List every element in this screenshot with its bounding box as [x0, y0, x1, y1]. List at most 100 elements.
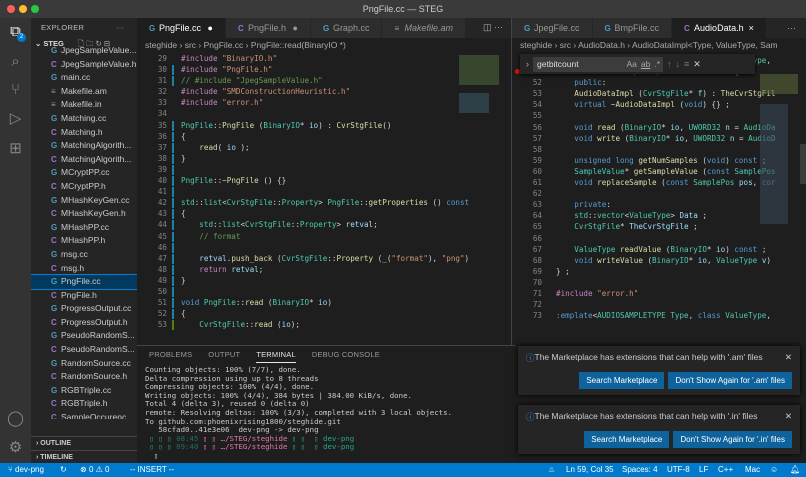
- extensions-icon[interactable]: ⊞: [7, 140, 24, 157]
- problems-indicator[interactable]: ⊗ 0 ⚠ 0: [80, 463, 109, 477]
- toggle-replace-icon[interactable]: ›: [526, 59, 529, 69]
- breadcrumb-item[interactable]: src: [185, 40, 196, 50]
- code-line: 29 #include "BinaryIO.h": [137, 53, 511, 64]
- file-item[interactable]: G RandomSource.cc: [31, 357, 137, 371]
- file-item[interactable]: C MatchingAlgorith...: [31, 153, 137, 167]
- next-match-icon[interactable]: ↓: [676, 59, 681, 69]
- search-marketplace-button[interactable]: Search Marketplace: [584, 431, 670, 448]
- more-actions-button[interactable]: ···: [116, 18, 124, 38]
- file-item[interactable]: C PseudoRandomS...: [31, 343, 137, 357]
- close-window-button[interactable]: [7, 5, 15, 13]
- file-item[interactable]: G MHashKeyGen.cc: [31, 194, 137, 208]
- more-actions-button[interactable]: ···: [777, 18, 806, 38]
- find-in-selection-icon[interactable]: ≡: [684, 59, 689, 69]
- terminal-cursor[interactable]: ▯: [145, 451, 515, 461]
- breadcrumb-item[interactable]: AudioData.h: [578, 40, 625, 50]
- settings-gear-icon[interactable]: ⚙: [7, 439, 24, 456]
- editor-tab[interactable]: G Graph.cc: [310, 18, 383, 38]
- panel-tab-problems[interactable]: PROBLEMS: [149, 346, 192, 362]
- file-item[interactable]: Gmsg.cc: [31, 248, 137, 262]
- unsaved-dot-icon[interactable]: ●: [290, 23, 298, 33]
- close-notification-icon[interactable]: ✕: [785, 352, 792, 364]
- panel-tab-terminal[interactable]: TERMINAL: [256, 346, 296, 363]
- timeline-section[interactable]: › TIMELINE: [31, 450, 137, 463]
- file-item[interactable]: G ProgressOutput.cc: [31, 302, 137, 316]
- breadcrumb-item[interactable]: steghide: [520, 40, 552, 50]
- language-mode[interactable]: C++: [718, 463, 733, 477]
- code-token: *: [661, 122, 671, 132]
- git-change-marker: [172, 176, 174, 187]
- left-code-editor[interactable]: 29 #include "BinaryIO.h" 30 #include "PngFi…: [137, 53, 511, 345]
- indentation[interactable]: Spaces: 4: [622, 463, 658, 477]
- match-case-toggle[interactable]: Aa: [626, 57, 636, 72]
- end-of-line[interactable]: LF: [699, 463, 708, 477]
- file-item[interactable]: Cmsg.h: [31, 262, 137, 276]
- right-minimap[interactable]: [760, 74, 806, 294]
- feedback-icon[interactable]: ☺: [770, 463, 778, 477]
- code-token: UWORD32: [693, 133, 726, 143]
- dont-show-again-button[interactable]: Don't Show Again for '.in' files: [673, 431, 792, 448]
- notifications-bell-icon[interactable]: 🔔︎: [790, 463, 800, 477]
- unsaved-dot-icon[interactable]: ●: [205, 23, 213, 33]
- breadcrumb-item[interactable]: PngFile::read(BinaryIO *): [251, 40, 346, 50]
- previous-match-icon[interactable]: ↑: [667, 59, 672, 69]
- split-editor-icon[interactable]: ◫ ···: [483, 22, 503, 33]
- file-item[interactable]: C MHashKeyGen.h: [31, 207, 137, 221]
- file-item[interactable]: C ProgressOutput.h: [31, 316, 137, 330]
- close-find-icon[interactable]: ✕: [693, 59, 701, 70]
- cursor-position[interactable]: Ln 59, Col 35: [566, 463, 614, 477]
- editor-tab[interactable]: C PngFile.h ●: [225, 18, 311, 38]
- file-item[interactable]: C MCryptPP.h: [31, 180, 137, 194]
- close-notification-icon[interactable]: ✕: [785, 411, 792, 423]
- editor-tab[interactable]: C AudioData.h ×: [672, 18, 767, 38]
- file-item[interactable]: ≡ Makefile.in: [31, 98, 137, 112]
- account-icon[interactable]: ◯: [7, 410, 24, 427]
- run-debug-icon[interactable]: ▷: [7, 110, 24, 127]
- maximize-window-button[interactable]: [31, 5, 39, 13]
- file-item[interactable]: C RGBTriple.h: [31, 397, 137, 411]
- panel-tab-output[interactable]: OUTPUT: [208, 346, 240, 362]
- outline-section[interactable]: › OUTLINE: [31, 436, 137, 449]
- encoding[interactable]: UTF-8: [667, 463, 690, 477]
- branch-indicator[interactable]: ⑂ dev-png: [8, 463, 44, 477]
- file-item[interactable]: G Matching.cc: [31, 112, 137, 126]
- file-item[interactable]: G PseudoRandomS...: [31, 329, 137, 343]
- file-item[interactable]: G MHashPP.cc: [31, 221, 137, 235]
- file-item[interactable]: G MCryptPP.cc: [31, 166, 137, 180]
- editor-tab[interactable]: ≡ Makefile.am: [382, 18, 466, 38]
- file-item[interactable]: C MHashPP.h: [31, 234, 137, 248]
- whole-word-toggle[interactable]: ab: [641, 57, 650, 72]
- file-item[interactable]: G RGBTriple.cc: [31, 384, 137, 398]
- sync-icon[interactable]: ↻: [60, 463, 67, 477]
- search-marketplace-button[interactable]: Search Marketplace: [579, 372, 665, 389]
- breadcrumb-item[interactable]: PngFile.cc: [204, 40, 244, 50]
- terminal-output[interactable]: Counting objects: 100% (7/7), done. Delta…: [137, 365, 515, 461]
- regex-toggle[interactable]: .*: [654, 57, 660, 72]
- minimize-window-button[interactable]: [19, 5, 27, 13]
- editor-tab[interactable]: G PngFile.cc ●: [137, 18, 226, 38]
- live-share-icon[interactable]: ♨: [548, 463, 555, 477]
- explorer-icon[interactable]: ⧉ 2: [7, 23, 26, 42]
- file-item[interactable]: C JpegSampleValue.h: [31, 58, 137, 72]
- file-item[interactable]: ≡ Makefile.am: [31, 85, 137, 99]
- breadcrumb-item[interactable]: steghide: [145, 40, 177, 50]
- panel-tab-debug-console[interactable]: DEBUG CONSOLE: [312, 346, 380, 362]
- file-item[interactable]: C Matching.h: [31, 126, 137, 140]
- editor-tab[interactable]: G JpegFile.cc: [512, 18, 593, 38]
- search-icon[interactable]: ⌕: [7, 53, 24, 70]
- file-item[interactable]: C RandomSource.h: [31, 370, 137, 384]
- file-item[interactable]: C PngFile.h: [31, 289, 137, 303]
- close-tab-icon[interactable]: ×: [749, 23, 754, 33]
- platform[interactable]: Mac: [745, 463, 760, 477]
- file-item[interactable]: G PngFile.cc: [31, 274, 137, 290]
- file-item[interactable]: Gmain.cc: [31, 71, 137, 85]
- source-control-icon[interactable]: ⑂: [7, 81, 24, 98]
- editor-tab[interactable]: G BmpFile.cc: [592, 18, 673, 38]
- file-item[interactable]: C SampleOccurenc...: [31, 411, 137, 419]
- dont-show-again-button[interactable]: Don't Show Again for '.am' files: [668, 372, 792, 389]
- find-input[interactable]: getbitcount Aa ab .*: [533, 56, 663, 72]
- breadcrumb-item[interactable]: AudioDataImpl<Type, ValueType, Sam: [632, 40, 778, 50]
- file-item[interactable]: G MatchingAlgorith...: [31, 139, 137, 153]
- left-minimap[interactable]: [459, 53, 507, 133]
- breadcrumb-item[interactable]: src: [560, 40, 571, 50]
